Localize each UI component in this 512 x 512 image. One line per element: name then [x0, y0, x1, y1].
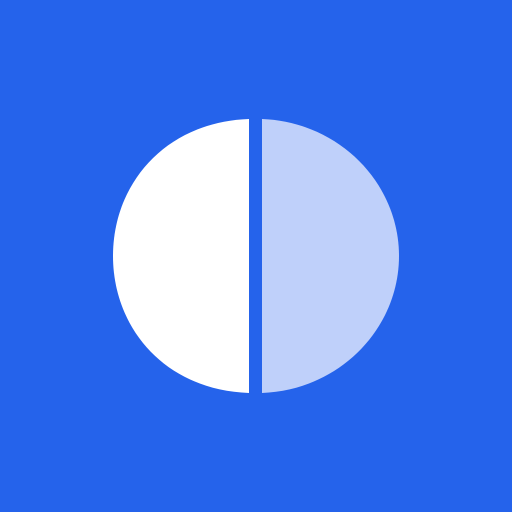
split-circle-icon [0, 0, 512, 512]
icon-background [0, 0, 512, 512]
app-icon-canvas [0, 0, 512, 512]
